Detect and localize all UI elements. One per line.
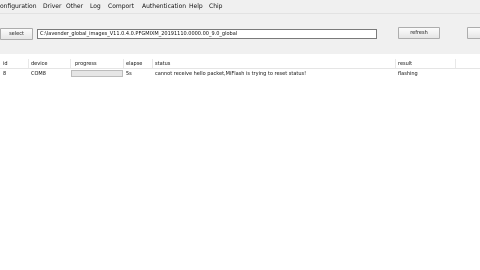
flash-button[interactable]	[467, 27, 480, 39]
column-elapse[interactable]: elapse	[126, 61, 142, 67]
menu-configuration[interactable]: onfiguration	[0, 3, 37, 10]
row-id: 8	[3, 71, 7, 77]
column-separator	[455, 59, 456, 68]
menu-chip[interactable]: Chip	[209, 3, 222, 10]
column-result[interactable]: result	[398, 61, 412, 67]
row-status: cannot receive hello packet,MiFlash is t…	[155, 71, 307, 77]
menu-authentication[interactable]: Authentication	[142, 3, 186, 10]
menu-log[interactable]: Log	[90, 3, 101, 10]
column-separator	[395, 59, 396, 68]
column-separator	[70, 59, 71, 68]
column-device[interactable]: device	[31, 61, 47, 67]
toolbar: select C:\lavender_global_images_V11.0.4…	[0, 14, 480, 54]
column-id[interactable]: id	[3, 61, 8, 67]
row-result: flashing	[398, 71, 418, 77]
table-row[interactable]: 8 COM8 5s cannot receive hello packet,Mi…	[0, 69, 480, 78]
table-header: id device progress elapse status result	[0, 59, 480, 69]
menu-driver[interactable]: Driver	[43, 3, 61, 10]
menu-help[interactable]: Help	[189, 3, 203, 10]
menu-comport[interactable]: Comport	[108, 3, 134, 10]
column-separator	[28, 59, 29, 68]
row-progress-bar	[71, 70, 123, 77]
row-elapse: 5s	[126, 71, 132, 77]
menu-other[interactable]: Other	[66, 3, 83, 10]
row-device: COM8	[31, 71, 46, 77]
refresh-button[interactable]: refresh	[398, 27, 440, 39]
select-button[interactable]: select	[0, 28, 33, 40]
column-separator	[123, 59, 124, 68]
device-list: id device progress elapse status result …	[0, 54, 480, 270]
menu-bar: onfiguration Driver Other Log Comport Au…	[0, 0, 480, 14]
miflash-window: onfiguration Driver Other Log Comport Au…	[0, 0, 480, 270]
column-progress[interactable]: progress	[75, 61, 97, 67]
column-separator	[152, 59, 153, 68]
rom-path-input[interactable]: C:\lavender_global_images_V11.0.4.0.PFGM…	[37, 29, 377, 39]
column-status[interactable]: status	[155, 61, 170, 67]
